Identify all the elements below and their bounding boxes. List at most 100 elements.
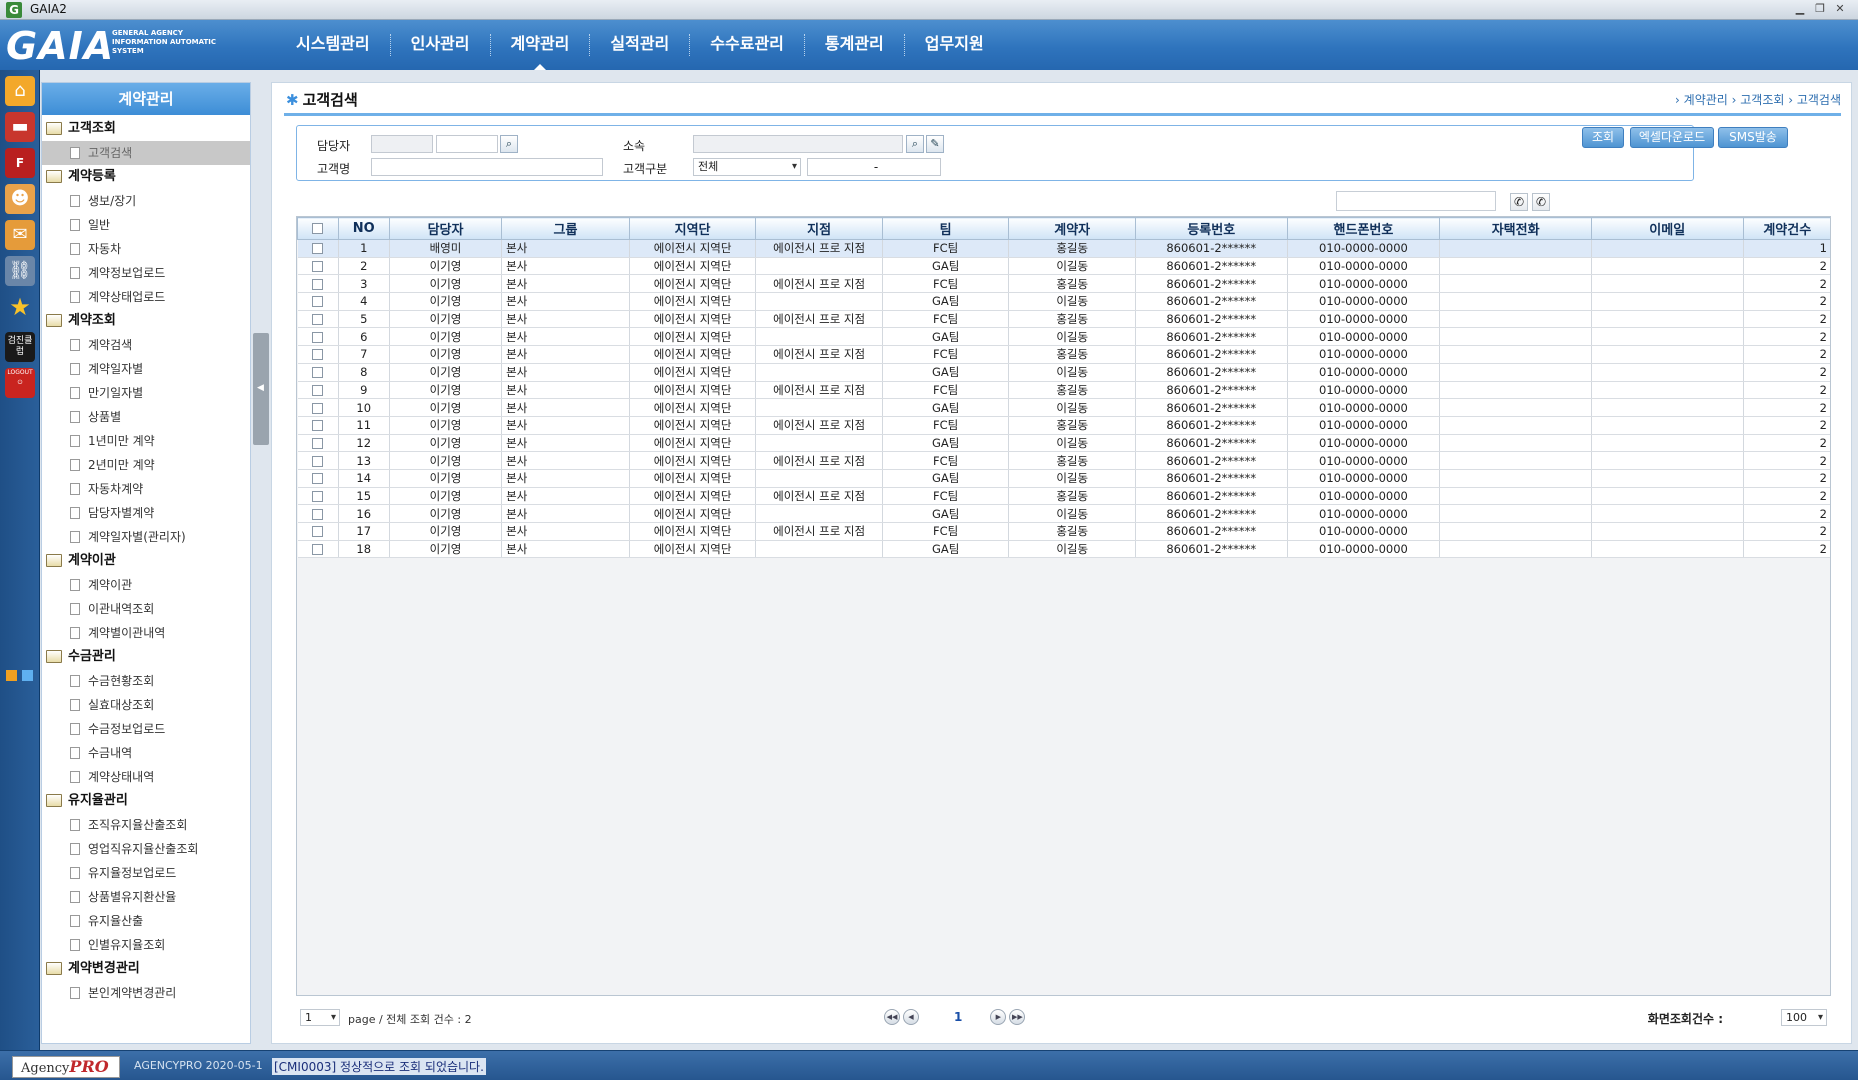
maximize-icon[interactable]: ❐	[1812, 1, 1828, 17]
row-select-cell[interactable]	[297, 522, 339, 541]
manager-code-field[interactable]	[371, 135, 433, 153]
row-select-cell[interactable]	[297, 504, 339, 523]
row-select-cell[interactable]	[297, 469, 339, 488]
sidebar-item[interactable]: 일반	[46, 213, 250, 237]
row-checkbox[interactable]	[312, 490, 324, 502]
current-page[interactable]: 1	[954, 1010, 962, 1024]
nav-system[interactable]: 시스템관리	[276, 20, 390, 70]
manager-name-field[interactable]	[436, 135, 498, 153]
sidebar-item[interactable]: 만기일자별	[46, 381, 250, 405]
table-row[interactable]: 13 이기영 본사 에이전시 지역단 에이전시 프로 지점 FC팀 홍길동 860601-2*…	[297, 451, 1830, 470]
row-checkbox[interactable]	[312, 261, 324, 273]
eraser-icon[interactable]: ✎	[926, 135, 944, 153]
sidebar-item[interactable]: 상품별	[46, 405, 250, 429]
row-checkbox[interactable]	[312, 331, 324, 343]
col-manager[interactable]: 담당자	[388, 217, 503, 240]
sidebar-group[interactable]: 계약이관	[46, 549, 250, 573]
sidebar-group[interactable]: 고객조회	[46, 117, 250, 141]
manager-search-icon[interactable]: ⌕	[500, 135, 518, 153]
row-select-cell[interactable]	[297, 274, 339, 294]
sidebar-item[interactable]: 본인계약변경관리	[46, 981, 250, 1005]
row-checkbox[interactable]	[312, 508, 324, 520]
col-team[interactable]: 팀	[881, 217, 1010, 240]
page-select[interactable]: 1	[300, 1009, 340, 1026]
table-row[interactable]: 9 이기영 본사 에이전시 지역단 에이전시 프로 지점 FC팀 홍길동 860601-2**…	[297, 381, 1830, 400]
screen-count-select[interactable]: 100	[1781, 1009, 1827, 1026]
table-row[interactable]: 3 이기영 본사 에이전시 지역단 에이전시 프로 지점 FC팀 홍길동 860601-2**…	[297, 274, 1830, 294]
sidebar-item[interactable]: 계약이관	[46, 573, 250, 597]
table-row[interactable]: 11 이기영 본사 에이전시 지역단 에이전시 프로 지점 FC팀 홍길동 860601-2*…	[297, 416, 1830, 435]
nav-contract[interactable]: 계약관리	[491, 20, 590, 70]
phone-icon[interactable]: ✆	[1510, 193, 1528, 211]
sidebar-item[interactable]: 계약정보업로드	[46, 261, 250, 285]
sidebar-item[interactable]: 계약검색	[46, 333, 250, 357]
last-page-icon[interactable]: ▶▶	[1009, 1009, 1026, 1025]
sidebar-item[interactable]: 1년미만 계약	[46, 429, 250, 453]
row-checkbox[interactable]	[312, 526, 324, 538]
col-no[interactable]: NO	[337, 217, 390, 240]
table-row[interactable]: 10 이기영 본사 에이전시 지역단 GA팀 이길동 860601-2****** 010-0…	[297, 398, 1830, 417]
search-button[interactable]: 조회	[1582, 127, 1624, 148]
affiliation-search-icon[interactable]: ⌕	[906, 135, 924, 153]
sidebar-group[interactable]: 계약등록	[46, 165, 250, 189]
sidebar-item[interactable]: 수금현황조회	[46, 669, 250, 693]
col-home-phone[interactable]: 자택전화	[1439, 217, 1592, 240]
table-row[interactable]: 6 이기영 본사 에이전시 지역단 GA팀 이길동 860601-2****** 010-00…	[297, 327, 1830, 347]
mail-icon[interactable]: ✉	[5, 220, 35, 250]
table-row[interactable]: 7 이기영 본사 에이전시 지역단 에이전시 프로 지점 FC팀 홍길동 860601-2**…	[297, 345, 1830, 364]
row-select-cell[interactable]	[297, 451, 339, 470]
fm-icon[interactable]: F	[5, 148, 35, 178]
logout-icon[interactable]: LOGOUT ⏻	[5, 368, 35, 398]
next-page-icon[interactable]: ▶	[990, 1009, 1007, 1025]
row-checkbox[interactable]	[312, 544, 324, 556]
nav-statistics[interactable]: 통계관리	[805, 20, 904, 70]
row-checkbox[interactable]	[312, 455, 324, 467]
customer-type-select[interactable]: 전체	[693, 158, 801, 176]
table-row[interactable]: 4 이기영 본사 에이전시 지역단 GA팀 이길동 860601-2****** 010-00…	[297, 292, 1830, 311]
table-row[interactable]: 14 이기영 본사 에이전시 지역단 GA팀 이길동 860601-2****** 010-0…	[297, 469, 1830, 488]
table-row[interactable]: 16 이기영 본사 에이전시 지역단 GA팀 이길동 860601-2****** 010-0…	[297, 504, 1830, 523]
select-all-header[interactable]	[297, 217, 339, 240]
sidebar-item[interactable]: 생보/장기	[46, 189, 250, 213]
row-checkbox[interactable]	[312, 314, 324, 326]
quick-filter-input[interactable]	[1336, 191, 1496, 211]
sidebar-item[interactable]: 영업직유지율산출조회	[46, 837, 250, 861]
col-contractor[interactable]: 계약자	[1008, 217, 1136, 240]
sidebar-item[interactable]: 고객검색	[42, 141, 250, 165]
sidebar-item[interactable]: 계약상태내역	[46, 765, 250, 789]
nav-commission[interactable]: 수수료관리	[690, 20, 804, 70]
sidebar-item[interactable]: 계약별이관내역	[46, 621, 250, 645]
minimize-icon[interactable]: ▁	[1792, 1, 1808, 17]
row-checkbox[interactable]	[312, 473, 324, 485]
sidebar-item[interactable]: 유지율산출	[46, 909, 250, 933]
row-checkbox[interactable]	[312, 349, 324, 361]
row-select-cell[interactable]	[297, 327, 339, 347]
table-row[interactable]: 8 이기영 본사 에이전시 지역단 GA팀 이길동 860601-2****** 010-00…	[297, 363, 1830, 382]
col-branch[interactable]: 지점	[755, 217, 883, 240]
row-checkbox[interactable]	[312, 367, 324, 379]
theme-swatch-orange[interactable]	[6, 670, 17, 681]
row-select-cell[interactable]	[297, 363, 339, 382]
table-row[interactable]: 2 이기영 본사 에이전시 지역단 GA팀 이길동 860601-2****** 010-00…	[297, 257, 1830, 276]
sidebar-item[interactable]: 수금정보업로드	[46, 717, 250, 741]
row-select-cell[interactable]	[297, 292, 339, 311]
sidebar-group[interactable]: 계약변경관리	[46, 957, 250, 981]
sidebar-item[interactable]: 계약일자별(관리자)	[46, 525, 250, 549]
link-icon[interactable]: ⛓	[5, 256, 35, 286]
row-select-cell[interactable]	[297, 345, 339, 364]
row-checkbox[interactable]	[312, 437, 324, 449]
sidebar-item[interactable]: 실효대상조회	[46, 693, 250, 717]
col-mobile[interactable]: 핸드폰번호	[1286, 217, 1441, 240]
row-select-cell[interactable]	[297, 434, 339, 453]
table-row[interactable]: 18 이기영 본사 에이전시 지역단 GA팀 이길동 860601-2****** 010-0…	[297, 540, 1830, 559]
row-select-cell[interactable]	[297, 398, 339, 417]
row-checkbox[interactable]	[312, 402, 324, 414]
row-select-cell[interactable]	[297, 257, 339, 276]
excel-download-button[interactable]: 엑셀다운로드	[1630, 127, 1714, 148]
row-select-cell[interactable]	[297, 416, 339, 435]
row-checkbox[interactable]	[312, 243, 324, 255]
nav-hr[interactable]: 인사관리	[391, 20, 490, 70]
row-checkbox[interactable]	[312, 278, 324, 290]
row-checkbox[interactable]	[312, 296, 324, 308]
col-group[interactable]: 그룹	[501, 217, 630, 240]
